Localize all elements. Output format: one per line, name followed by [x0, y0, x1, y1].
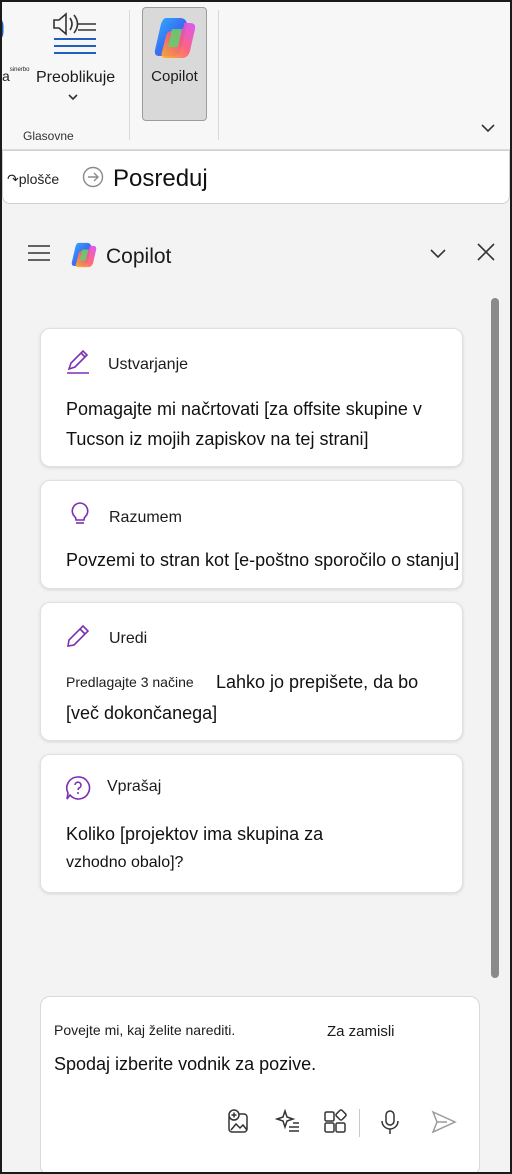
reshape-button-label[interactable]: Preoblikuje — [36, 69, 115, 87]
read-aloud-icon[interactable] — [52, 12, 98, 58]
card-prompt-line: Tucson iz mojih zapiskov na tej strani] — [66, 429, 369, 449]
toolbar-separator — [359, 1109, 360, 1137]
pane-title: Copilot — [106, 245, 172, 268]
copilot-logo-icon — [71, 242, 97, 268]
pencil-icon — [67, 624, 90, 647]
card-prompt-line: vzhodno obalo]? — [66, 854, 184, 871]
prompt-guide-hint: Spodaj izberite vodnik za pozive. — [54, 1054, 317, 1074]
chevron-down-icon[interactable] — [429, 248, 447, 260]
copilot-ribbon-button[interactable]: Copilot — [142, 7, 207, 121]
prompt-card-edit[interactable]: Uredi Predlagajte 3 načine Lahko jo prep… — [40, 602, 463, 741]
card-prompt-line: Pomagajte mi načrtovati [za offsite skup… — [66, 399, 422, 419]
ribbon-separator — [218, 10, 219, 140]
card-prompt-line: Koliko [projektov ima skupina za — [66, 824, 324, 844]
copilot-pane: Copilot Ustvarjanje Pomagajte mi načrtov… — [6, 220, 506, 1172]
ideas-label[interactable]: Za zamisli — [327, 1023, 395, 1040]
card-prompt-line: Povzemi to stran kot [e-poštno sporočilo… — [66, 550, 460, 570]
command-bar: ↷plošče Posreduj — [2, 150, 510, 204]
forward-arrow-icon[interactable] — [82, 166, 104, 188]
card-category: Vprašaj — [107, 778, 162, 795]
lightbulb-icon — [71, 502, 89, 524]
sparkle-prompt-icon[interactable] — [275, 1109, 301, 1135]
prompt-card-create[interactable]: Ustvarjanje Pomagajte mi načrtovati [za … — [40, 328, 463, 467]
ribbon-collapse-chevron-icon[interactable] — [480, 122, 496, 134]
forward-button-label[interactable]: Posreduj — [113, 165, 208, 193]
copilot-ribbon-label: Copilot — [151, 68, 198, 85]
apps-grid-icon[interactable] — [323, 1109, 349, 1135]
dictate-label-cut: asinerbo — [2, 67, 30, 84]
edit-pen-icon — [67, 349, 89, 374]
card-prompt-small: Predlagajte 3 načine — [66, 674, 194, 690]
ribbon: asinerbo Preoblikuje Glasovne Copilot — [2, 2, 510, 150]
question-bubble-icon — [66, 776, 91, 800]
app-frame: asinerbo Preoblikuje Glasovne Copilot ↷p… — [0, 0, 512, 1174]
chevron-down-icon[interactable] — [67, 92, 79, 102]
chat-input-box[interactable]: Povejte mi, kaj želite narediti. Za zami… — [40, 996, 480, 1172]
microphone-icon[interactable] — [0, 10, 14, 50]
card-prompt-line: Lahko jo prepišete, da bo — [216, 672, 419, 692]
add-image-icon[interactable] — [226, 1109, 252, 1135]
card-prompt-line: [več dokončanega] — [66, 703, 218, 723]
chat-input-placeholder[interactable]: Povejte mi, kaj želite narediti. — [54, 1022, 235, 1038]
microphone-icon[interactable] — [377, 1109, 403, 1135]
ribbon-group-label: Glasovne — [23, 129, 74, 143]
send-to-board-label[interactable]: ↷plošče — [7, 171, 59, 188]
card-category: Ustvarjanje — [108, 356, 189, 373]
card-category: Razumem — [109, 509, 182, 526]
menu-hamburger-icon[interactable] — [28, 244, 50, 262]
scrollbar-thumb[interactable] — [491, 298, 499, 978]
send-icon[interactable] — [431, 1109, 457, 1135]
card-category: Uredi — [109, 630, 148, 647]
ribbon-separator — [129, 10, 130, 140]
prompt-card-understand[interactable]: Razumem Povzemi to stran kot [e-poštno s… — [40, 480, 463, 589]
prompt-card-ask[interactable]: Vprašaj Koliko [projektov ima skupina za… — [40, 754, 463, 893]
copilot-logo-icon — [154, 18, 196, 58]
close-icon[interactable] — [477, 243, 495, 261]
